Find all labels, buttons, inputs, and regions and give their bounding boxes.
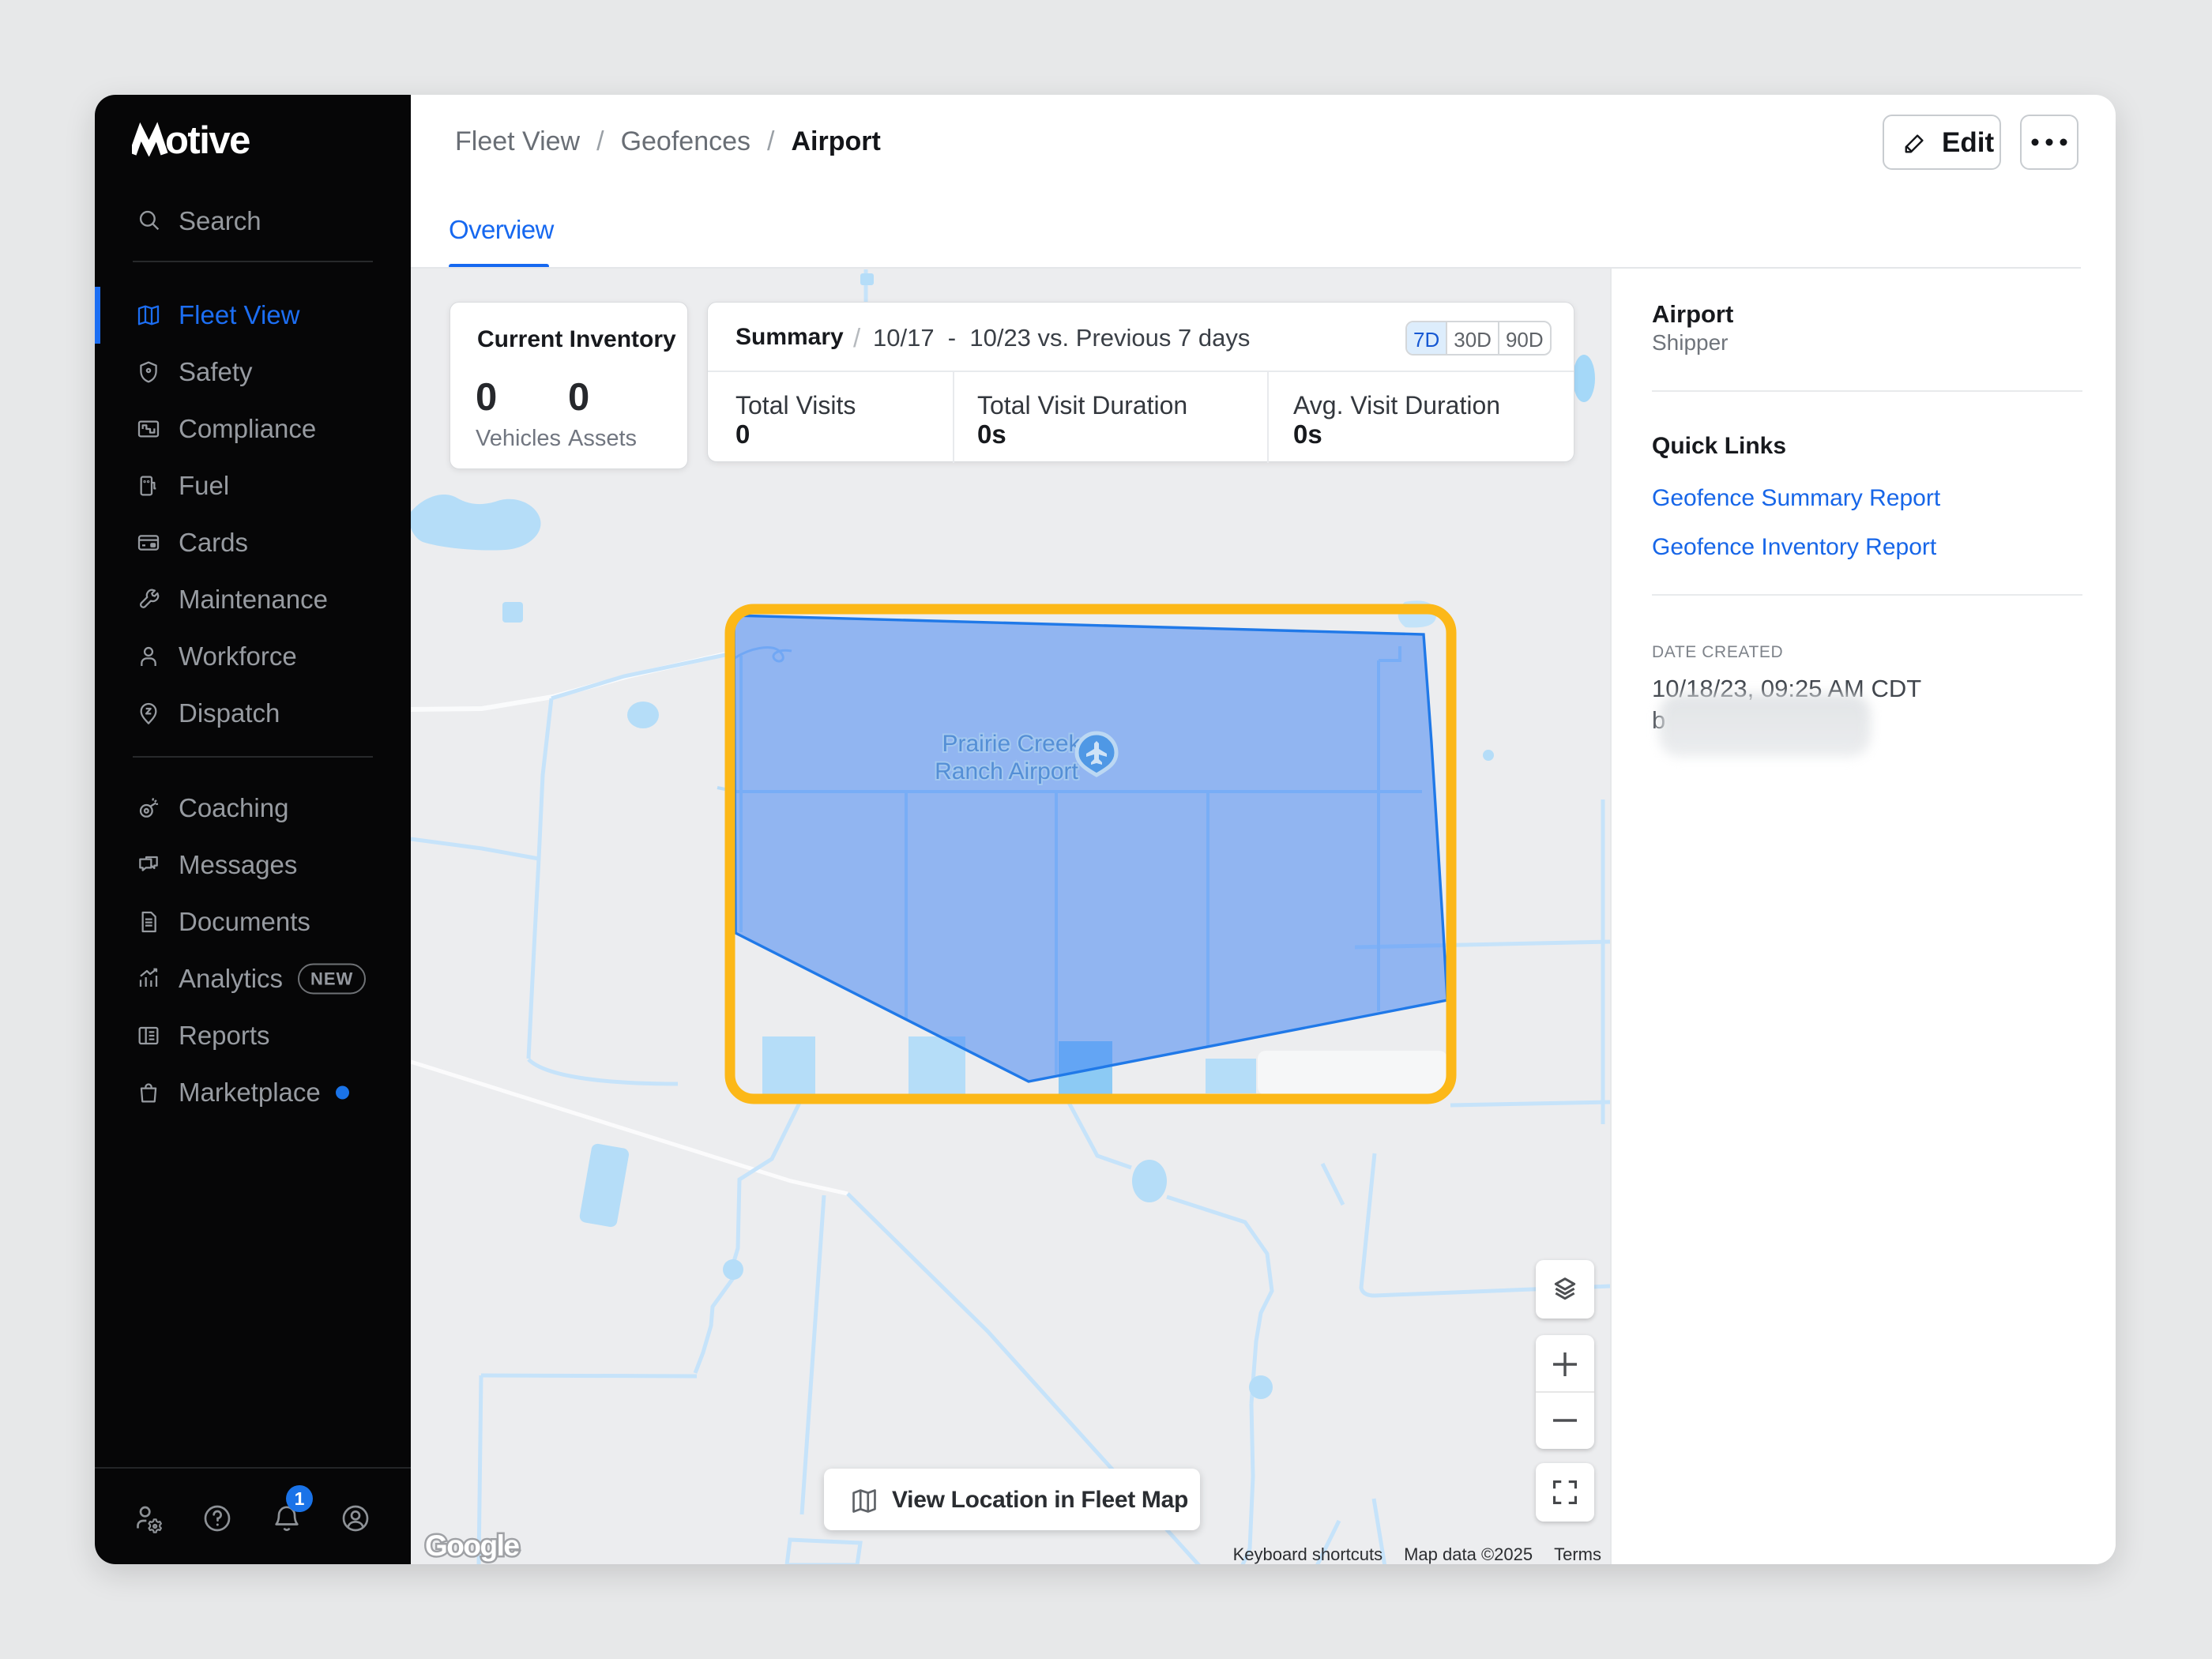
svg-text:otive: otive [165, 122, 250, 156]
svg-text:Prairie Creek: Prairie Creek [942, 731, 1081, 757]
svg-text:Ranch Airport: Ranch Airport [935, 758, 1078, 784]
